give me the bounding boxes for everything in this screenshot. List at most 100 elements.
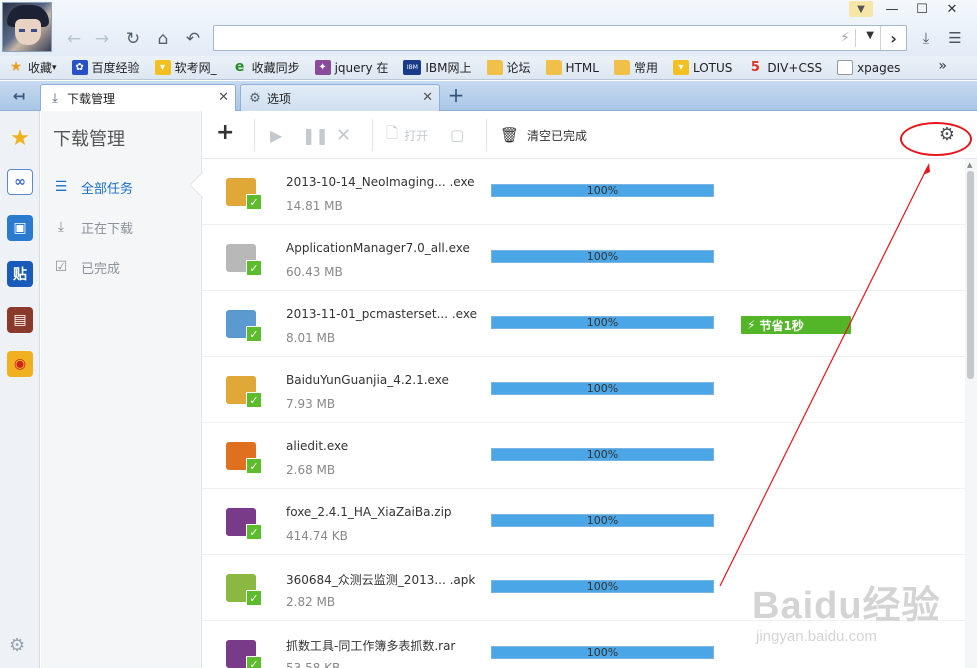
- bookmark-label: 收藏: [28, 61, 53, 75]
- open-folder-button[interactable]: ▢: [450, 123, 464, 147]
- bookmark-item[interactable]: ▾ LOTUS: [672, 60, 732, 75]
- download-row[interactable]: ✓ aliedit.exe 2.68 MB 100%: [202, 423, 965, 489]
- address-bar[interactable]: ⚡ ▼ ›: [213, 25, 907, 51]
- bookmark-label: DIV+CSS: [767, 60, 823, 75]
- sidenav-item-all-tasks[interactable]: ☰ 全部任务: [53, 175, 202, 199]
- add-task-button[interactable]: +: [216, 120, 234, 145]
- tieba-icon[interactable]: 贴: [7, 261, 33, 287]
- download-row[interactable]: ✓ BaiduYunGuanjia_4.2.1.exe 7.93 MB 100%: [202, 357, 965, 423]
- file-name[interactable]: 2013-10-14_NeoImaging... .exe: [286, 175, 475, 189]
- bookmark-item[interactable]: HTML: [545, 60, 599, 75]
- jquery-icon: ✦: [314, 60, 331, 75]
- file-size: 7.93 MB: [286, 397, 336, 411]
- download-row[interactable]: ✓ 2013-11-01_pcmasterset... .exe 8.01 MB 10…: [202, 291, 965, 357]
- collapse-sidebar-icon[interactable]: ↤: [0, 81, 38, 111]
- maximize-icon[interactable]: ☐: [907, 0, 937, 18]
- home-icon[interactable]: ⌂: [152, 28, 174, 50]
- chevron-down-icon[interactable]: ▾: [52, 63, 57, 73]
- scroll-up-icon[interactable]: ▲: [967, 161, 972, 169]
- bookmark-item[interactable]: e 收藏同步: [232, 59, 300, 76]
- file-name[interactable]: aliedit.exe: [286, 439, 348, 453]
- annotation-highlight-circle: [900, 122, 972, 156]
- bookmark-item[interactable]: ★ 收藏 ▾: [8, 59, 57, 76]
- open-file-button[interactable]: 🗋 打开: [386, 123, 428, 147]
- file-name[interactable]: 2013-11-01_pcmasterset... .exe: [286, 307, 477, 321]
- chevron-down-icon[interactable]: ▼: [866, 30, 874, 41]
- bookmark-item[interactable]: 5 DIV+CSS: [747, 60, 822, 75]
- undo-icon[interactable]: ↶: [182, 28, 204, 50]
- bookmark-item[interactable]: ✿ 百度经验: [71, 59, 140, 76]
- scrollbar[interactable]: ▲: [965, 159, 977, 668]
- file-name[interactable]: foxe_2.4.1_HA_XiaZaiBa.zip: [286, 505, 452, 519]
- file-name[interactable]: BaiduYunGuanjia_4.2.1.exe: [286, 373, 449, 387]
- folder-icon: [613, 60, 630, 75]
- skin-shirt-icon[interactable]: ▼: [849, 1, 873, 17]
- user-avatar[interactable]: [2, 2, 52, 52]
- weibo-icon[interactable]: ◉: [7, 351, 33, 377]
- settings-gear-icon[interactable]: ⚙: [9, 635, 25, 656]
- avatar-eye: [31, 29, 37, 32]
- winrar-icon: ✓: [224, 506, 262, 540]
- tab-download-manager[interactable]: ⤓ 下载管理 ✕: [40, 84, 236, 111]
- bookmark-label: xpages: [857, 60, 901, 75]
- bookmark-item[interactable]: ▾ 软考网_: [154, 59, 217, 76]
- menu-icon[interactable]: ☰: [944, 27, 966, 49]
- file-name[interactable]: ApplicationManager7.0_all.exe: [286, 241, 470, 255]
- tab-options[interactable]: ⚙ 选项 ✕: [240, 84, 440, 111]
- lightning-icon: ⚡: [747, 318, 756, 332]
- bookmark-item[interactable]: 常用: [613, 59, 658, 76]
- start-button[interactable]: ▶: [270, 123, 282, 147]
- file-name[interactable]: 抓数工具-同工作簿多表抓数.rar: [286, 637, 455, 654]
- sidenav-item-downloading[interactable]: ⤓ 正在下载: [53, 215, 202, 239]
- bookmark-item[interactable]: ✦ jquery 在: [314, 59, 388, 76]
- new-tab-icon[interactable]: +: [445, 83, 467, 107]
- scrollbar-thumb[interactable]: [967, 171, 974, 379]
- cloud-sync-icon[interactable]: ∞: [7, 169, 33, 195]
- file-name[interactable]: 360684_众测云监测_2013... .apk: [286, 571, 475, 588]
- picture-icon[interactable]: ▣: [7, 215, 33, 241]
- bookmarks-more-icon[interactable]: »: [938, 58, 947, 74]
- completed-check-icon: ✓: [246, 458, 262, 474]
- sidenav-item-label: 已完成: [81, 261, 121, 277]
- completed-check-icon: ✓: [246, 590, 262, 606]
- toolbar-divider: [372, 119, 373, 151]
- package-icon: ✓: [224, 308, 262, 342]
- minimize-icon[interactable]: —: [877, 0, 907, 18]
- download-icon[interactable]: ⤓: [915, 27, 937, 49]
- trash-icon: 🗑: [500, 126, 520, 144]
- download-icon: ⤓: [57, 219, 65, 235]
- winrar-icon: ✓: [224, 638, 262, 668]
- bookmark-item[interactable]: xpages: [837, 60, 900, 75]
- book-icon[interactable]: ▤: [7, 307, 33, 333]
- refresh-icon[interactable]: ↻: [122, 28, 144, 50]
- forward-arrow-icon[interactable]: →: [91, 28, 113, 50]
- download-row[interactable]: ✓ ApplicationManager7.0_all.exe 60.43 MB 10…: [202, 225, 965, 291]
- pause-button[interactable]: ❚❚: [302, 123, 329, 147]
- go-arrow-icon[interactable]: ›: [880, 26, 906, 50]
- completed-check-icon: ✓: [246, 194, 262, 210]
- window-controls: — ☐ ✕: [877, 0, 967, 20]
- clear-label: 清空已完成: [527, 128, 588, 143]
- close-icon[interactable]: ✕: [422, 90, 433, 105]
- folder-icon: [486, 60, 503, 75]
- download-row[interactable]: ✓ 2013-10-14_NeoImaging... .exe 14.81 MB 10…: [202, 159, 965, 225]
- lightning-icon[interactable]: ⚡: [840, 30, 850, 46]
- android-apk-icon: ✓: [224, 572, 262, 606]
- five-icon: 5: [750, 60, 760, 75]
- close-icon[interactable]: ✕: [218, 90, 229, 105]
- download-row[interactable]: ✓ foxe_2.4.1_HA_XiaZaiBa.zip 414.74 KB 100%: [202, 489, 965, 555]
- bookmark-item[interactable]: IBM IBM网上: [403, 59, 472, 76]
- progress-bar: 100%: [491, 184, 714, 197]
- sidenav-item-completed[interactable]: ☑ 已完成: [53, 255, 202, 279]
- back-arrow-icon[interactable]: ←: [63, 28, 85, 50]
- favorites-star-icon[interactable]: ★: [7, 125, 33, 151]
- close-icon[interactable]: ✕: [937, 0, 967, 18]
- bookmark-item[interactable]: 论坛: [486, 59, 531, 76]
- clear-completed-button[interactable]: 🗑 清空已完成: [500, 123, 587, 147]
- completed-check-icon: ✓: [246, 326, 262, 342]
- download-toolbar: + ▶ ❚❚ ✕ 🗋 打开 ▢ 🗑 清空已完成 ⚙: [202, 111, 977, 159]
- delete-button[interactable]: ✕: [336, 123, 351, 147]
- toolbar-divider: [254, 119, 255, 151]
- bookmark-label: 收藏同步: [251, 61, 300, 75]
- tab-label: 下载管理: [67, 91, 116, 106]
